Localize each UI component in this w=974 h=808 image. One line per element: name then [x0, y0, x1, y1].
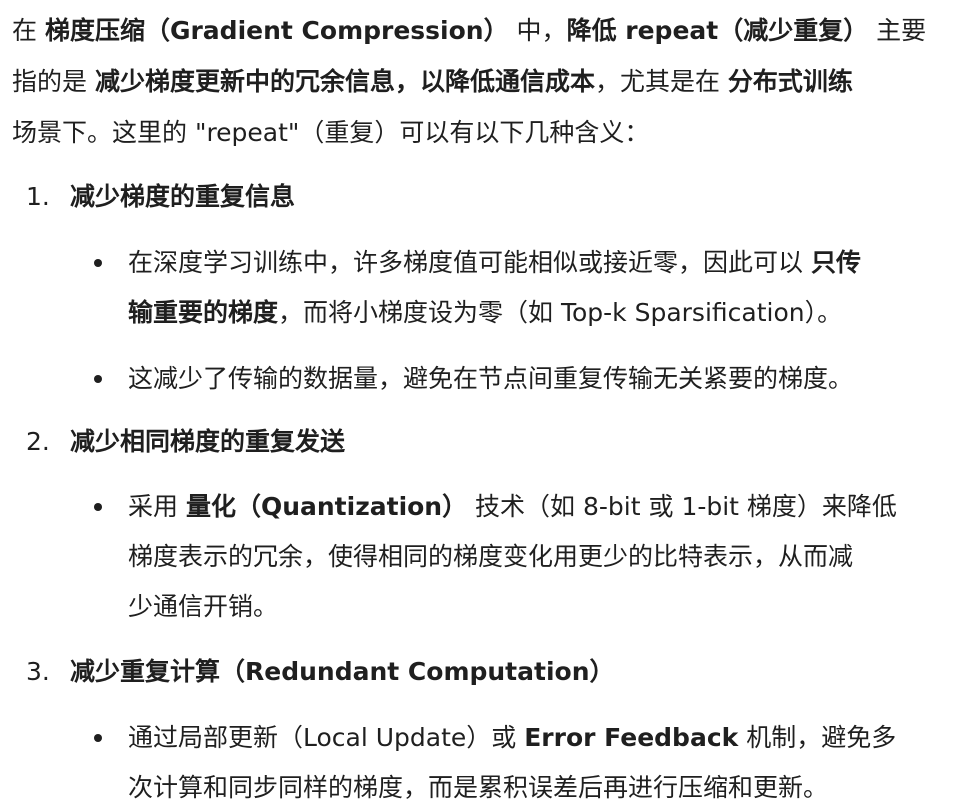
text: ，尤其是在	[594, 67, 728, 96]
text: 中，	[508, 16, 567, 45]
list-heading: 减少相同梯度的重复发送	[70, 427, 346, 456]
intro-line-3: 场景下。这里的 "repeat"（重复）可以有以下几种含义：	[12, 118, 650, 147]
text: 采用	[128, 492, 186, 521]
text: 技术（如 8-bit 或 1-bit 梯度）来降低	[467, 492, 897, 521]
bold-text: 梯度压缩（Gradient Compression）	[44, 16, 509, 45]
bullet-text: 这减少了传输的数据量，避免在节点间重复传输无关紧要的梯度。	[128, 364, 854, 393]
text: ，而将小梯度设为零（如 Top-k Sparsification）。	[278, 298, 843, 327]
text: 通过局部更新（Local Update）或	[128, 723, 525, 752]
bullet-dot	[94, 375, 102, 383]
bullet-text: 通过局部更新（Local Update）或 Error Feedback 机制，…	[128, 725, 896, 750]
intro-line-2: 指的是 减少梯度更新中的冗余信息，以降低通信成本，尤其是在 分布式训练	[12, 69, 853, 94]
bold-text: 只传	[810, 248, 861, 277]
bold-text: 分布式训练	[727, 67, 853, 96]
bold-text: 输重要的梯度	[128, 298, 279, 327]
text: 主要	[868, 16, 927, 45]
text: 在深度学习训练中，许多梯度值可能相似或接近零，因此可以	[128, 248, 811, 277]
bullet-dot	[94, 259, 102, 267]
bullet-text: 采用 量化（Quantization） 技术（如 8-bit 或 1-bit 梯…	[128, 494, 897, 519]
bold-text: Error Feedback	[524, 723, 739, 752]
list-number: 3.	[26, 657, 50, 686]
bold-text: 减少梯度更新中的冗余信息，以降低通信成本	[94, 67, 595, 96]
bullet-text: 输重要的梯度，而将小梯度设为零（如 Top-k Sparsification）。	[128, 300, 842, 325]
list-heading: 减少梯度的重复信息	[70, 182, 296, 211]
list-number: 1.	[26, 182, 50, 211]
list-heading: 减少重复计算（Redundant Computation）	[70, 657, 615, 686]
list-number: 2.	[26, 427, 50, 456]
bullet-text: 在深度学习训练中，许多梯度值可能相似或接近零，因此可以 只传	[128, 250, 861, 275]
text: 指的是	[12, 67, 95, 96]
bold-text: 降低 repeat（减少重复）	[566, 16, 869, 45]
text: 机制，避免多	[738, 723, 897, 752]
bullet-text: 梯度表示的冗余，使得相同的梯度变化用更少的比特表示，从而减	[128, 542, 854, 571]
bold-text: 量化（Quantization）	[185, 492, 468, 521]
bullet-dot	[94, 734, 102, 742]
bullet-text: 少通信开销。	[128, 592, 279, 621]
intro-line-1: 在 梯度压缩（Gradient Compression） 中，降低 repeat…	[12, 18, 926, 43]
bullet-text: 次计算和同步同样的梯度，而是累积误差后再进行压缩和更新。	[128, 773, 829, 802]
text: 在	[12, 16, 45, 45]
bullet-dot	[94, 503, 102, 511]
